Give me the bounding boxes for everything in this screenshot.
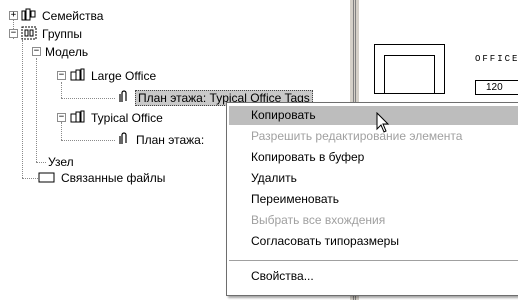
attached-detail-icon <box>117 131 131 149</box>
tree-node-label: Large Office <box>91 69 157 83</box>
tree-connector <box>61 98 115 99</box>
collapse-model-toggle[interactable]: − <box>32 47 41 56</box>
menu-item-copy[interactable]: Копировать <box>229 106 518 125</box>
families-icon <box>21 8 37 25</box>
tree-connector <box>22 40 23 178</box>
tree-node-label: План этажа: <box>136 133 205 147</box>
tree-node-typical-office[interactable]: Typical Office <box>70 110 164 126</box>
tree-node-large-office[interactable]: Large Office <box>70 68 157 84</box>
tree-node-label: Группы <box>42 27 82 41</box>
tree-node-typical-office-floor-plan[interactable]: План этажа: <box>117 131 205 149</box>
collapse-large-office-toggle[interactable]: − <box>57 71 66 80</box>
menu-separator <box>229 260 518 261</box>
room-name-tag: OFFICE <box>475 54 518 64</box>
tree-node-model[interactable]: Модель <box>44 44 89 60</box>
tree-connector <box>36 162 46 163</box>
linked-file-icon <box>38 171 56 186</box>
tree-node-families[interactable]: Семейства <box>21 8 104 24</box>
groups-icon <box>21 26 37 43</box>
collapse-groups-toggle[interactable]: − <box>9 29 18 38</box>
tree-node-label: Узел <box>48 155 74 169</box>
tree-node-label: Связанные файлы <box>61 171 166 185</box>
tree-connector <box>61 140 115 141</box>
menu-item-match-types[interactable]: Согласовать типоразмеры <box>229 232 518 251</box>
model-group-icon <box>70 68 86 85</box>
armchair-seat <box>384 55 435 93</box>
expand-families-toggle[interactable]: + <box>9 11 18 20</box>
model-group-icon <box>70 110 86 127</box>
context-menu: Копировать Разрешить редактирование элем… <box>226 102 518 296</box>
menu-item-rename[interactable]: Переименовать <box>229 190 518 209</box>
tree-connector <box>61 82 62 98</box>
tree-node-groups[interactable]: Группы <box>21 26 83 42</box>
tree-node-label: Typical Office <box>91 111 163 125</box>
tree-connector <box>36 58 37 162</box>
room-number-tag: 120 <box>475 80 518 95</box>
tree-node-linked-files[interactable]: Связанные файлы <box>38 170 166 186</box>
mouse-pointer-icon <box>376 111 390 137</box>
collapse-typical-office-toggle[interactable]: − <box>57 113 66 122</box>
attached-detail-icon <box>117 89 131 107</box>
tree-connector <box>22 178 38 179</box>
menu-item-delete[interactable]: Удалить <box>229 169 518 188</box>
tree-node-detail-group[interactable]: Узел <box>47 154 75 170</box>
menu-item-copy-to-clipboard[interactable]: Копировать в буфер <box>229 148 518 167</box>
menu-item-properties[interactable]: Свойства... <box>229 267 518 286</box>
tree-node-label: Модель <box>45 45 89 59</box>
menu-item-allow-edit-element[interactable]: Разрешить редактирование элемента <box>229 127 518 146</box>
menu-item-select-all-instances[interactable]: Выбрать все вхождения <box>229 211 518 230</box>
armchair-symbol <box>374 44 445 94</box>
tree-connector <box>61 122 62 140</box>
tree-node-label: Семейства <box>42 9 104 23</box>
